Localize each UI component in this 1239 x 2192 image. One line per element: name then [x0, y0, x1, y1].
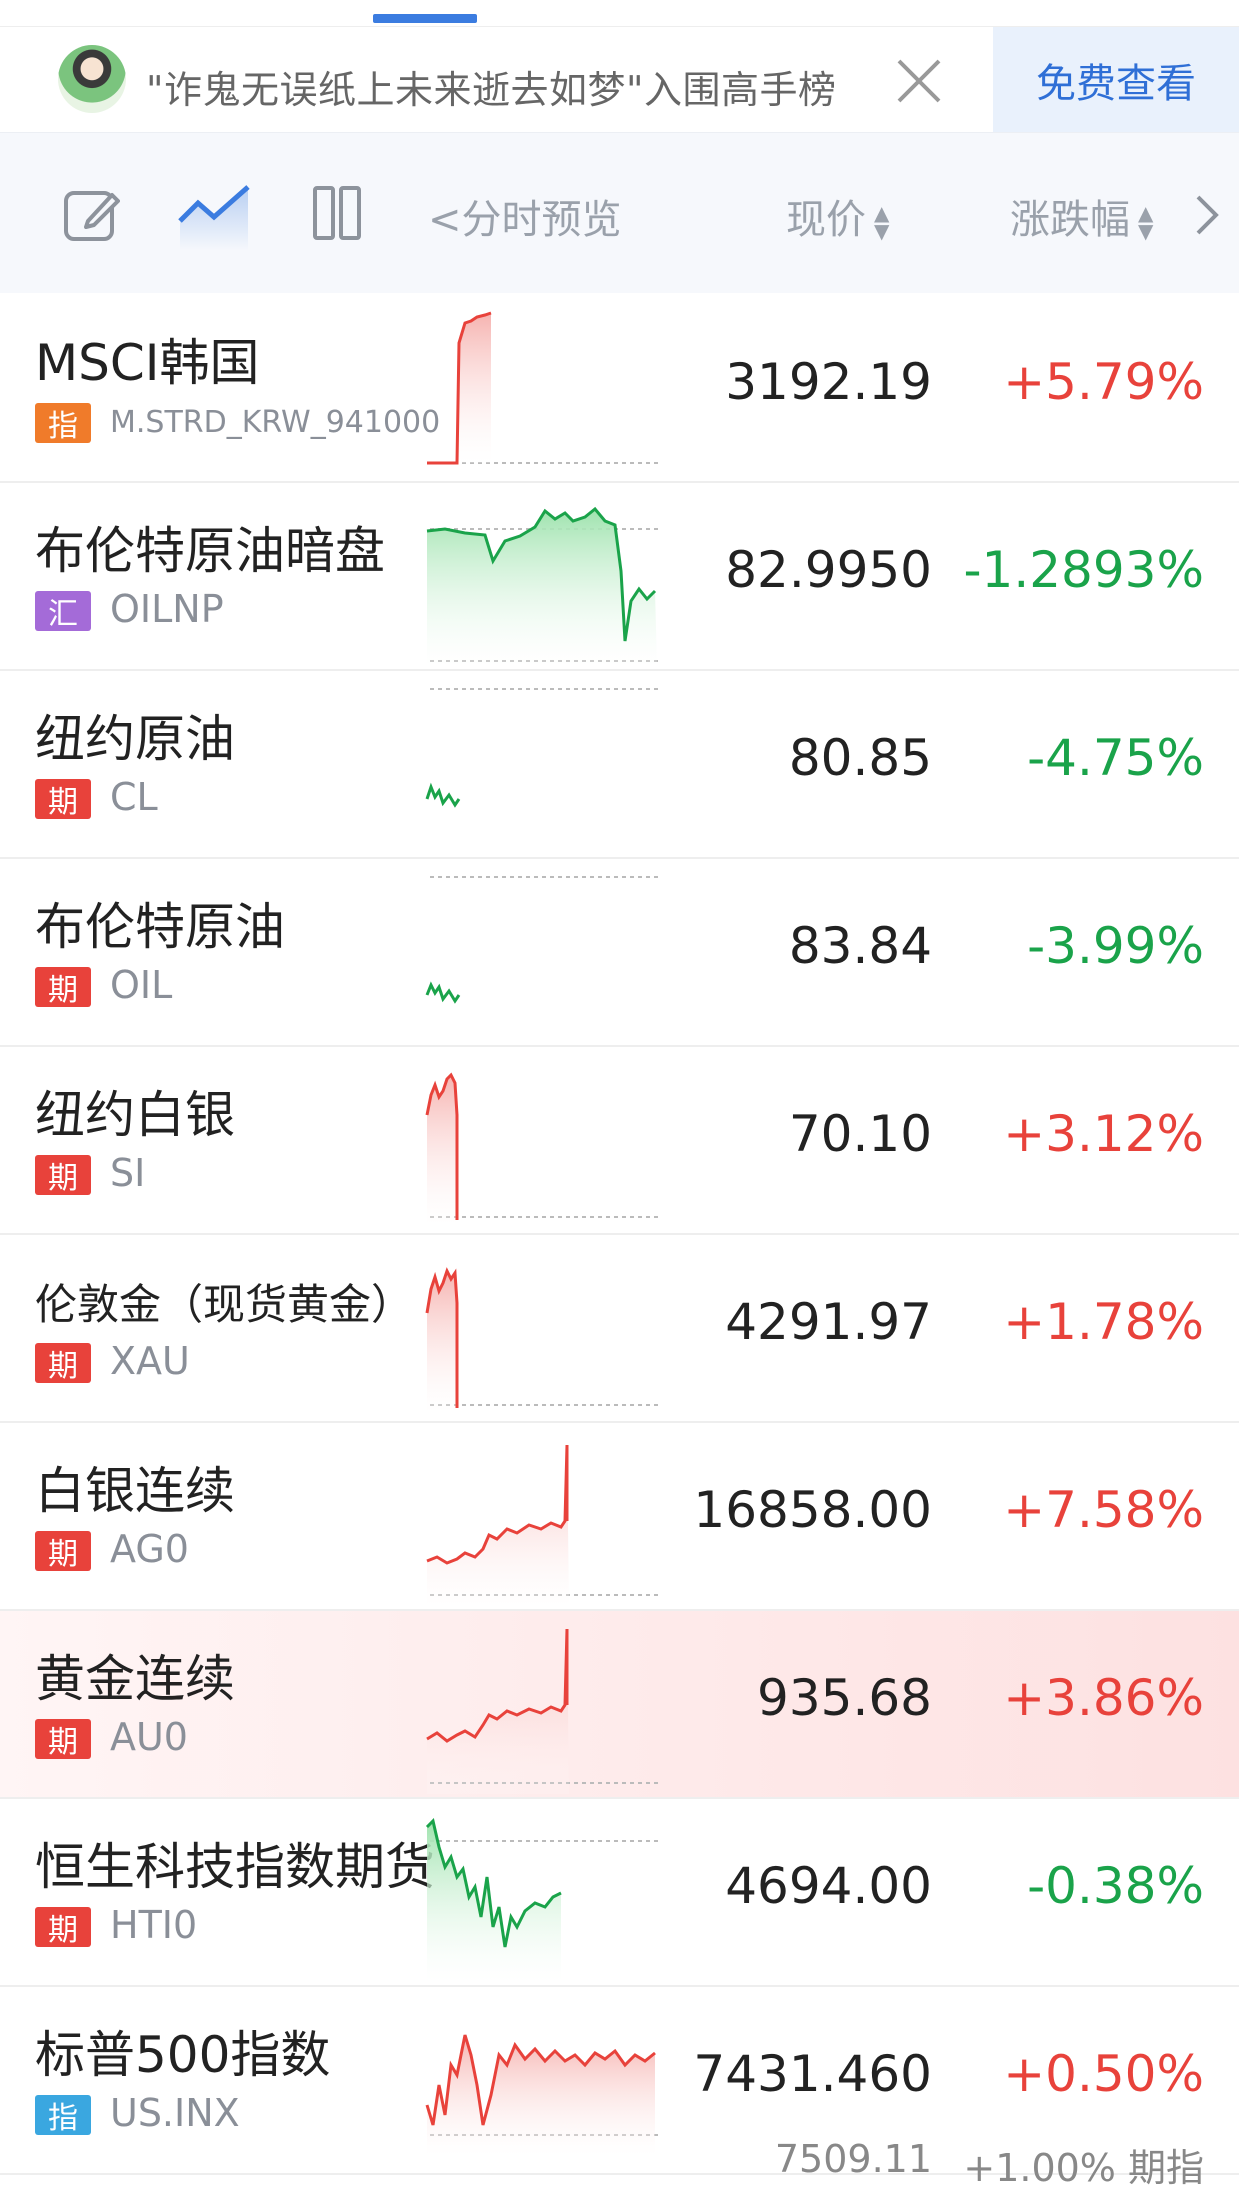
current-price: 935.68 [757, 1669, 932, 1727]
free-view-button[interactable]: 免费查看 [993, 27, 1239, 132]
sparkline [426, 1628, 660, 1794]
current-price: 83.84 [788, 917, 932, 975]
futures-change: +1.00% 期指 [963, 2146, 1204, 2190]
current-price: 3192.19 [725, 353, 932, 411]
sparkline [425, 1072, 660, 1225]
columns-icon[interactable] [312, 185, 362, 241]
current-price: 16858.00 [693, 1481, 932, 1539]
market-badge: 期 [35, 1343, 91, 1384]
close-icon[interactable] [893, 55, 945, 107]
list-item[interactable]: 伦敦金（现货黄金） 期 XAU 4291.97 +1.78% [0, 1235, 1239, 1423]
change-percent: +7.58% [1003, 1481, 1204, 1539]
change-percent: -0.38% [1027, 1857, 1204, 1915]
market-badge: 期 [35, 1907, 91, 1948]
change-percent: -4.75% [1027, 729, 1204, 787]
instrument-name: 恒生科技指数期货 [35, 1838, 435, 1896]
list-item[interactable]: 白银连续 期 AG0 16858.00 +7.58% [0, 1423, 1239, 1611]
instrument-code: XAU [110, 1339, 190, 1383]
instrument-code: AU0 [110, 1715, 188, 1759]
instrument-name: 黄金连续 [35, 1650, 235, 1708]
instrument-name: 布伦特原油暗盘 [35, 522, 385, 580]
change-percent: +0.50% [1003, 2045, 1204, 2103]
change-percent: +3.12% [1003, 1105, 1204, 1163]
sparkline [425, 688, 660, 808]
list-item[interactable]: 纽约原油 期 CL 80.85 -4.75% [0, 671, 1239, 859]
futures-price: 7509.11 [774, 2137, 932, 2181]
instrument-name: 标普500指数 [35, 2026, 331, 2084]
instrument-code: SI [110, 1151, 146, 1195]
current-price: 7431.460 [693, 2045, 932, 2103]
list-item[interactable]: 黄金连续 期 AU0 935.68 +3.86% [0, 1611, 1239, 1799]
change-percent: +1.78% [1003, 1293, 1204, 1351]
chevron-right-icon[interactable] [1194, 193, 1220, 237]
market-badge: 指 [35, 2095, 91, 2136]
instrument-name: 伦敦金（现货黄金） [35, 1280, 414, 1329]
sparkline [426, 1444, 660, 1606]
current-price: 4291.97 [725, 1293, 932, 1351]
current-price: 70.10 [788, 1105, 932, 1163]
list-item[interactable]: MSCI韩国 指 M.STRD_KRW_941000 3192.19 +5.79… [0, 295, 1239, 483]
instrument-code: OILNP [110, 587, 224, 631]
list-item[interactable]: 恒生科技指数期货 期 HTI0 4694.00 -0.38% [0, 1799, 1239, 1987]
sparkline [426, 506, 660, 666]
current-price: 82.9950 [725, 541, 932, 599]
sort-icon: ▲ ▼ [874, 201, 890, 243]
sparkline [425, 2034, 660, 2155]
instrument-code: US.INX [110, 2091, 240, 2135]
market-badge: 期 [35, 779, 91, 820]
sparkline [425, 1818, 660, 1982]
banner-text[interactable]: "诈鬼无误纸上未来逝去如梦"入围高手榜 [146, 59, 836, 114]
preview-toggle[interactable]: <分时预览 [428, 187, 622, 245]
sort-icon: ▲ ▼ [1138, 201, 1154, 243]
edit-icon[interactable] [62, 185, 120, 243]
sort-change-button[interactable]: 涨跌幅 ▲ ▼ [1010, 187, 1153, 245]
market-badge: 期 [35, 1155, 91, 1196]
change-percent: -3.99% [1027, 917, 1204, 975]
change-percent: +3.86% [1003, 1669, 1204, 1727]
sparkline-mode-icon[interactable] [176, 181, 252, 253]
list-item[interactable]: 纽约白银 期 SI 70.10 +3.12% [0, 1047, 1239, 1235]
instrument-code: HTI0 [110, 1903, 198, 1947]
market-badge: 期 [35, 1719, 91, 1760]
current-price: 4694.00 [725, 1857, 932, 1915]
active-tab-indicator [373, 14, 477, 23]
list-item[interactable]: 标普500指数 指 US.INX 7431.460 +0.50% 7509.11… [0, 1987, 1239, 2190]
change-percent: -1.2893% [963, 541, 1204, 599]
sparkline [425, 876, 660, 1004]
instrument-name: 纽约白银 [35, 1086, 235, 1144]
list-item[interactable]: 布伦特原油暗盘 汇 OILNP 82.9950 -1.2893% [0, 483, 1239, 671]
list-toolbar: <分时预览 现价 ▲ ▼ 涨跌幅 ▲ ▼ [0, 133, 1239, 293]
instrument-name: 白银连续 [35, 1462, 235, 1520]
sparkline [425, 1267, 660, 1413]
instrument-code: OIL [110, 963, 173, 1007]
instrument-code: M.STRD_KRW_941000 [110, 405, 441, 440]
avatar [58, 45, 126, 113]
sort-price-button[interactable]: 现价 ▲ ▼ [786, 187, 889, 245]
list-item[interactable]: 布伦特原油 期 OIL 83.84 -3.99% [0, 859, 1239, 1047]
market-badge: 期 [35, 967, 91, 1008]
market-badge: 汇 [35, 591, 91, 632]
market-badge: 指 [35, 403, 91, 444]
instrument-name: 布伦特原油 [35, 898, 285, 956]
change-percent: +5.79% [1003, 353, 1204, 411]
instrument-code: AG0 [110, 1527, 189, 1571]
instrument-code: CL [110, 775, 158, 819]
current-price: 80.85 [788, 729, 932, 787]
market-badge: 期 [35, 1531, 91, 1572]
chevron-left-icon: < [428, 197, 462, 243]
sparkline [427, 311, 660, 465]
promo-banner[interactable]: "诈鬼无误纸上未来逝去如梦"入围高手榜 免费查看 [0, 27, 1239, 133]
instrument-name: MSCI韩国 [35, 334, 260, 392]
instrument-name: 纽约原油 [35, 710, 235, 768]
